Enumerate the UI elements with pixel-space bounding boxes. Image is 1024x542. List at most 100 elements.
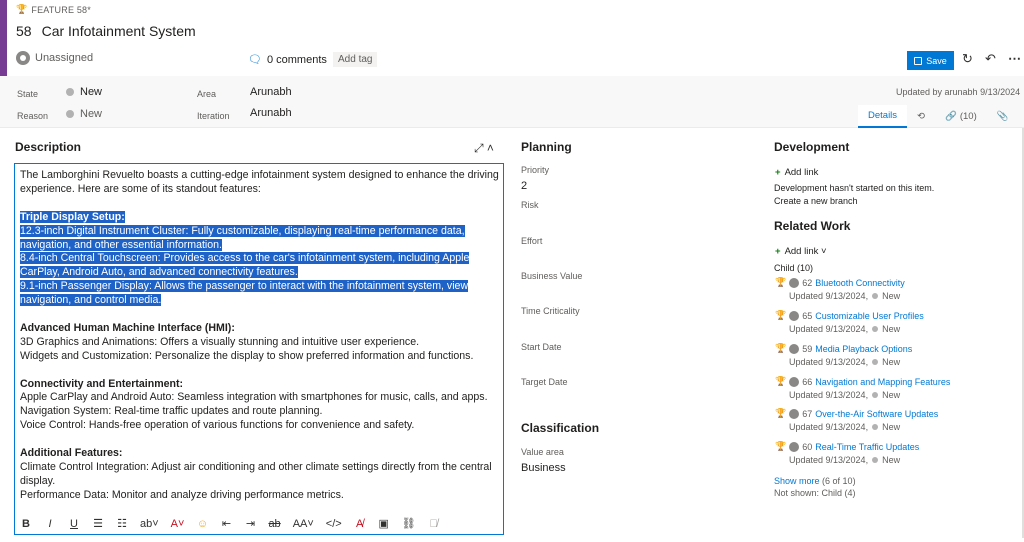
comment-icon: 🗨 [248, 54, 262, 66]
related-add-link[interactable]: + Add link ˅ [775, 246, 827, 257]
trophy-icon: 🏆 [16, 4, 28, 14]
description-editor[interactable]: The Lamborghini Revuelto boasts a cuttin… [14, 163, 504, 535]
related-item-title[interactable]: Customizable User Profiles [815, 311, 924, 321]
save-icon [914, 56, 923, 65]
code-icon[interactable]: </> [326, 518, 342, 530]
image-icon[interactable]: ▣ [378, 517, 390, 530]
related-item[interactable]: 🏆 60 Real-Time Traffic Updates Updated 9… [775, 441, 1015, 469]
start-date-label[interactable]: Start Date [521, 342, 562, 352]
work-item-title[interactable]: Car Infotainment System [42, 23, 196, 39]
related-item-id: 65 [802, 310, 813, 321]
assignee-label: Unassigned [35, 52, 94, 64]
bullet-list-icon[interactable]: ☰ [92, 517, 104, 530]
bold-icon[interactable]: B [20, 518, 32, 530]
value-area-value[interactable]: Business [521, 462, 566, 474]
font-color-icon[interactable]: A˅ [171, 518, 185, 530]
trophy-icon: 🏆 [775, 343, 787, 353]
dev-add-link[interactable]: + Add link [775, 167, 818, 178]
related-item-state: New [882, 324, 901, 334]
strikethrough-icon[interactable]: ab [268, 518, 280, 530]
related-item-state: New [882, 390, 901, 400]
related-item-title[interactable]: Bluetooth Connectivity [815, 278, 905, 288]
tab-links[interactable]: 🔗 (10) [935, 105, 987, 128]
description-content[interactable]: The Lamborghini Revuelto boasts a cuttin… [20, 169, 500, 503]
desc-s1-line3: 9.1-inch Passenger Display: Allows the p… [20, 280, 469, 307]
tab-details[interactable]: Details [858, 105, 908, 128]
iteration-value[interactable]: Arunabh [250, 107, 292, 119]
state-dot [872, 392, 879, 398]
comments-count: 0 comments [266, 53, 327, 66]
related-item-title[interactable]: Navigation and Mapping Features [815, 377, 950, 387]
show-more[interactable]: Show more (6 of 10) [774, 476, 856, 486]
desc-s2-line1: 3D Graphics and Animations: Offers a vis… [20, 335, 420, 348]
effort-label[interactable]: Effort [521, 236, 542, 246]
description-heading: Description [15, 140, 82, 154]
tab-bar: Details ⟲ 🔗 (10) 📎 [858, 105, 1019, 128]
reason-field[interactable]: New [66, 108, 102, 120]
plus-icon: + [775, 167, 781, 178]
business-value-label[interactable]: Business Value [521, 271, 582, 281]
assignee-picker[interactable]: Unassigned [16, 51, 93, 65]
state-field[interactable]: New [66, 86, 102, 98]
avatar [789, 310, 800, 321]
related-add-link-label: Add link [784, 246, 819, 257]
desc-s3-line3: Voice Control: Hands-free operation of v… [20, 419, 415, 432]
avatar [789, 408, 800, 419]
iteration-label: Iteration [197, 111, 230, 121]
underline-icon[interactable]: U [68, 518, 80, 530]
state-dot [872, 359, 879, 365]
desc-s2-heading: Advanced Human Machine Interface (HMI): [20, 321, 235, 334]
tab-history[interactable]: ⟲ [907, 105, 935, 128]
desc-s4-line2: Performance Data: Monitor and analyze dr… [20, 488, 344, 501]
refresh-icon[interactable]: ↻ [962, 51, 973, 67]
create-branch-link[interactable]: Create a new branch [774, 196, 858, 206]
indent-icon[interactable]: ⇥ [244, 517, 256, 530]
time-criticality-label[interactable]: Time Criticality [521, 306, 580, 316]
desc-intro: The Lamborghini Revuelto boasts a cuttin… [20, 169, 499, 195]
clear-format-icon[interactable]: A̸ [354, 518, 366, 530]
add-tag-button[interactable]: Add tag [333, 52, 378, 67]
related-item[interactable]: 🏆 67 Over-the-Air Software Updates Updat… [775, 408, 1015, 436]
target-date-label[interactable]: Target Date [521, 377, 568, 387]
show-more-link[interactable]: Show more [774, 476, 820, 486]
trophy-icon: 🏆 [775, 376, 787, 386]
related-item[interactable]: 🏆 59 Media Playback Options Updated 9/13… [775, 343, 1015, 371]
font-size-icon[interactable]: AA˅ [293, 518, 314, 530]
related-item-title[interactable]: Media Playback Options [815, 344, 912, 354]
related-item-state: New [882, 357, 901, 367]
unlink-icon[interactable]: ⛓̸ [428, 518, 440, 530]
desc-s1-heading: Triple Display Setup: [20, 210, 125, 223]
related-item-title[interactable]: Over-the-Air Software Updates [815, 409, 938, 419]
related-item-title[interactable]: Real-Time Traffic Updates [815, 442, 919, 452]
related-item-id: 67 [802, 408, 813, 419]
outdent-icon[interactable]: ⇤ [220, 517, 232, 530]
state-dot [872, 293, 879, 299]
expand-icon[interactable]: ⤢ ˄ [474, 141, 494, 156]
priority-value[interactable]: 2 [521, 180, 527, 192]
area-label: Area [197, 89, 217, 99]
related-item[interactable]: 🏆 62 Bluetooth Connectivity Updated 9/13… [775, 277, 1015, 305]
save-button[interactable]: Save [907, 51, 954, 70]
work-item-type-tag: 🏆 FEATURE 58* [16, 4, 91, 15]
related-item[interactable]: 🏆 65 Customizable User Profiles Updated … [775, 310, 1015, 338]
tab-attachments[interactable]: 📎 [987, 105, 1019, 128]
development-heading: Development [774, 140, 850, 154]
undo-icon[interactable]: ↶ [985, 51, 996, 67]
area-value[interactable]: Arunabh [250, 86, 292, 98]
numbered-list-icon[interactable]: ☷ [116, 517, 128, 530]
child-group-label: Child (10) [774, 263, 814, 273]
comments-link[interactable]: 🗨 0 comments [248, 53, 327, 67]
emoji-icon[interactable]: ☺ [196, 518, 208, 530]
insert-link-icon[interactable]: ⛓ [402, 517, 416, 530]
editor-toolbar: B I U ☰ ☷ ab˅ A˅ ☺ ⇤ ⇥ ab AA˅ </> A̸ ▣ ⛓… [20, 517, 440, 531]
highlight-icon[interactable]: ab˅ [140, 518, 159, 530]
plus-icon: + [775, 246, 781, 257]
priority-label: Priority [521, 165, 550, 175]
state-dot [66, 88, 74, 96]
related-item[interactable]: 🏆 66 Navigation and Mapping Features Upd… [775, 376, 1015, 404]
risk-label[interactable]: Risk [521, 200, 539, 210]
desc-s4-heading: Additional Features: [20, 447, 123, 460]
more-actions-icon[interactable]: ⋯ [1008, 51, 1021, 67]
updated-by[interactable]: Updated by arunabh 9/13/2024 [896, 87, 1020, 97]
italic-icon[interactable]: I [44, 518, 56, 530]
